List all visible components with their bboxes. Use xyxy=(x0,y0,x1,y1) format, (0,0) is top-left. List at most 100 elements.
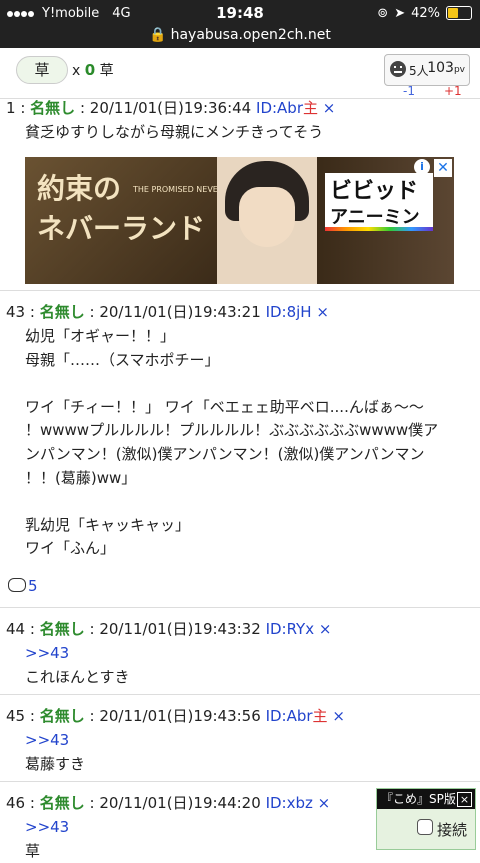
post-name: 名無し xyxy=(39,303,85,321)
grass-count-value: 0 xyxy=(84,61,96,79)
ad-character-face xyxy=(239,187,295,247)
sp-panel-close-icon[interactable]: × xyxy=(457,792,472,807)
pv-unit: pv xyxy=(453,65,465,75)
post-id[interactable]: ID:RYx xyxy=(266,620,315,638)
post-line: ！wwwwプルルルル！プルルルル！ぶぶぶぶぶぶwwww僕ア xyxy=(25,421,439,440)
network-type: 4G xyxy=(112,5,131,21)
post-body: 幼児「オギャー！！」 母親「……（スマホポチー」 ワイ「チィー！！」 ワイ「ベエ… xyxy=(6,325,480,561)
hide-post-button[interactable]: × xyxy=(332,707,345,725)
post-name: 名無し xyxy=(39,794,85,812)
people-count: 5人 xyxy=(409,64,429,78)
post-number[interactable]: 43 xyxy=(6,303,25,321)
post-header: 43 : 名無し : 20/11/01(日)19:43:21 ID:8jH × xyxy=(6,303,329,321)
post: 44 : 名無し : 20/11/01(日)19:43:32 ID:RYx × … xyxy=(6,618,480,689)
signal-icon xyxy=(7,5,35,21)
post-line: ンパンマン！(激似)僕アンパンマン！(激似)僕アンパンマン xyxy=(25,444,425,463)
post-number[interactable]: 1 xyxy=(6,99,16,117)
hide-post-button[interactable]: × xyxy=(318,794,331,812)
reply-count: 5 xyxy=(28,577,38,595)
ad-logo-stripe xyxy=(325,227,433,231)
post-line: ワイ「チィー！！」 ワイ「ベエェェ助平ベロ....んばぁ〜〜 xyxy=(25,397,424,416)
sp-panel-header: 『こめ』SP版 × xyxy=(377,789,475,809)
orientation-lock-icon: ⊚ xyxy=(377,5,389,21)
post-name: 名無し xyxy=(39,620,85,638)
owner-mark: 主 xyxy=(312,707,328,725)
post-line: これほんとすき xyxy=(25,667,130,686)
post-body: >>43 葛藤すき xyxy=(6,729,480,776)
reply-anchor-link[interactable]: >>43 xyxy=(25,642,480,666)
post-date: 20/11/01(日)19:43:32 xyxy=(99,620,261,638)
post-number[interactable]: 45 xyxy=(6,707,25,725)
hide-post-button[interactable]: × xyxy=(319,620,332,638)
connect-checkbox[interactable] xyxy=(417,819,433,835)
post: 45 : 名無し : 20/11/01(日)19:43:56 ID:Abr主 ×… xyxy=(6,705,480,776)
pageview-count: 103pv xyxy=(427,60,465,76)
post: 43 : 名無し : 20/11/01(日)19:43:21 ID:8jH × … xyxy=(6,301,480,561)
pv-value: 103 xyxy=(427,60,454,76)
hide-post-button[interactable]: × xyxy=(316,303,329,321)
delta-plus: +1 xyxy=(444,84,462,98)
post-date: 20/11/01(日)19:36:44 xyxy=(89,99,252,117)
divider xyxy=(0,694,480,695)
signal: Y!mobile 4G xyxy=(0,5,131,21)
post-line: ！！(葛藤)ww」 xyxy=(25,468,137,487)
post-id[interactable]: ID:Abr xyxy=(256,99,303,117)
url-bar[interactable]: 🔒 hayabusa.open2ch.net xyxy=(0,26,480,48)
post-line: 母親「……（スマホポチー」 xyxy=(25,350,220,369)
post-date: 20/11/01(日)19:43:56 xyxy=(99,707,261,725)
location-icon: ➤ xyxy=(394,5,406,21)
post-name: 名無し xyxy=(39,707,85,725)
ad-title-line2: ネバーランド xyxy=(37,212,206,245)
post-number[interactable]: 46 xyxy=(6,794,25,812)
lock-icon: 🔒 xyxy=(149,27,167,43)
battery-icon xyxy=(446,6,472,20)
post: 1 : 名無し : 20/11/01(日)19:36:44 ID:Abr主 × … xyxy=(6,97,480,145)
ad-info-icon[interactable]: i xyxy=(414,159,430,175)
post-line: 貧乏ゆすりしながら母親にメンチきってそう xyxy=(25,123,324,141)
divider xyxy=(0,290,480,291)
post-name: 名無し xyxy=(30,99,76,117)
post-line: 葛藤すき xyxy=(25,754,86,773)
post-id[interactable]: ID:Abr xyxy=(266,707,313,725)
post-body: 貧乏ゆすりしながら母親にメンチきってそう xyxy=(6,121,480,145)
sp-connect-panel: 『こめ』SP版 × 接続 xyxy=(376,788,476,850)
reply-anchor-link[interactable]: >>43 xyxy=(25,729,480,753)
owner-mark: 主 xyxy=(303,99,319,117)
reply-count-button[interactable]: 5 xyxy=(8,577,38,595)
sp-panel-title: 『こめ』SP版 xyxy=(381,792,456,806)
grass-count: x 0 草 xyxy=(72,60,114,80)
post-number[interactable]: 44 xyxy=(6,620,25,638)
speech-bubble-icon xyxy=(8,578,26,592)
post-line: ワイ「ふん」 xyxy=(25,539,116,558)
stats-box[interactable]: 5人 103pv xyxy=(384,54,470,86)
divider xyxy=(0,607,480,608)
post-header: 1 : 名無し : 20/11/01(日)19:36:44 ID:Abr主 × xyxy=(6,99,336,117)
battery-percent: 42% xyxy=(411,5,440,21)
post-header: 45 : 名無し : 20/11/01(日)19:43:56 ID:Abr主 × xyxy=(6,707,345,725)
ad-banner[interactable]: 約束の ネバーランド THE PROMISED NEVERLAND ビビッド ア… xyxy=(25,157,454,284)
post-date: 20/11/01(日)19:44:20 xyxy=(99,794,261,812)
grass-x: x xyxy=(72,63,81,79)
connect-label[interactable]: 接続 xyxy=(437,819,467,840)
post-id[interactable]: ID:xbz xyxy=(266,794,313,812)
status-right: ⊚ ➤ 42% xyxy=(377,6,480,21)
post-line: 幼児「オギャー！！」 xyxy=(25,327,176,345)
carrier: Y!mobile xyxy=(42,5,100,21)
ad-close-icon[interactable]: ✕ xyxy=(434,159,452,177)
post-date: 20/11/01(日)19:43:21 xyxy=(99,303,261,321)
post-line: 乳幼児「キャッキャッ」 xyxy=(25,515,191,534)
ad-logo-line1: ビビッド xyxy=(330,179,419,204)
hide-post-button[interactable]: × xyxy=(323,99,336,117)
grass-unit: 草 xyxy=(99,63,114,79)
status-bar: Y!mobile 4G 19:48 ⊚ ➤ 42% xyxy=(0,0,480,26)
divider xyxy=(0,781,480,782)
ad-logo-line2: アニーミン xyxy=(330,207,420,228)
post-body: >>43 これほんとすき xyxy=(6,642,480,689)
ad-title-line1: 約束の xyxy=(37,172,122,205)
grass-button[interactable]: 草 xyxy=(16,56,68,84)
post-header: 44 : 名無し : 20/11/01(日)19:43:32 ID:RYx × xyxy=(6,620,332,638)
post-id[interactable]: ID:8jH xyxy=(266,303,312,321)
face-icon xyxy=(390,61,406,77)
